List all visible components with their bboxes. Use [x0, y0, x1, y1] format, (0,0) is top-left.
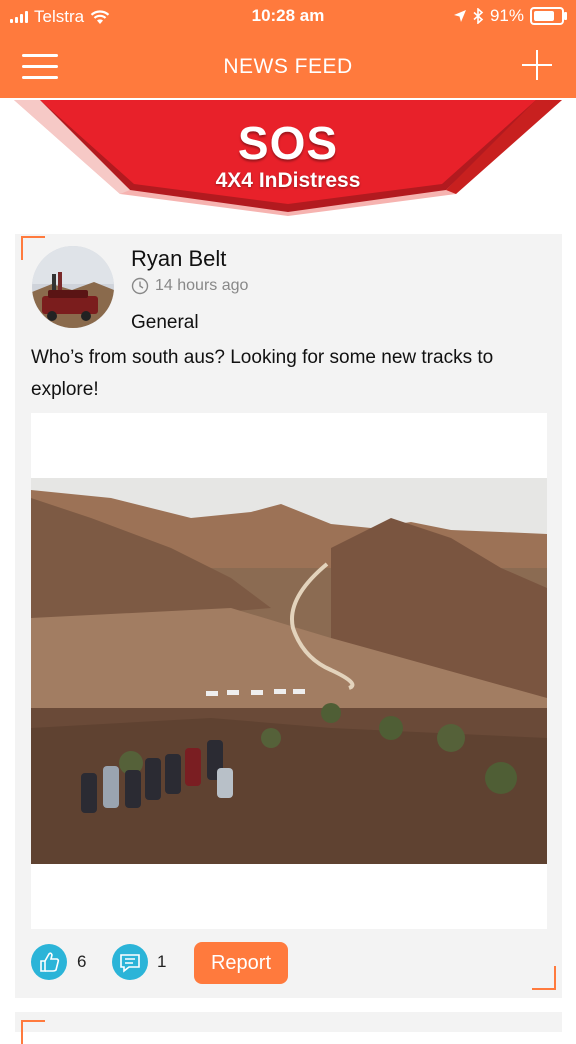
comment-count: 1 [157, 952, 167, 971]
post-category: General [131, 312, 199, 333]
thumbs-up-icon [40, 952, 60, 972]
avatar[interactable] [32, 246, 114, 328]
post-time-label: 14 hours ago [155, 277, 249, 294]
sos-banner: SOS 4X4 InDistress [0, 98, 576, 223]
status-bar: Telstra 10:28 am 91% [0, 0, 576, 34]
location-arrow-icon [453, 10, 466, 22]
banner-tagline: 4X4 InDistress [215, 169, 361, 192]
post-card: Ryan Belt 14 hours ago General Who’s fro… [15, 234, 562, 998]
next-post-card [15, 1012, 562, 1044]
nav-bar: NEWS FEED [0, 34, 576, 98]
battery-percent: 91% [489, 6, 524, 25]
page-title: NEWS FEED [223, 55, 353, 78]
like-count: 6 [77, 952, 87, 971]
battery-icon [530, 7, 567, 25]
bluetooth-icon [473, 8, 484, 24]
banner-title: SOS [237, 117, 339, 169]
comment-button[interactable] [112, 944, 148, 980]
card-corner-accent [21, 236, 45, 260]
post-image[interactable] [31, 478, 547, 864]
post-time: 14 hours ago [131, 277, 248, 295]
battery-fill [534, 11, 554, 21]
post-author[interactable]: Ryan Belt [131, 246, 226, 272]
post-actions: 6 1 Report [31, 942, 551, 984]
plus-icon[interactable] [522, 50, 552, 80]
post-body: Who’s from south aus? Looking for some n… [31, 347, 494, 400]
status-right: 91% [453, 6, 567, 26]
post-image-frame[interactable] [31, 413, 547, 929]
like-button[interactable] [31, 944, 67, 980]
comment-icon [120, 954, 140, 973]
clock-icon [131, 277, 149, 295]
report-button[interactable]: Report [194, 942, 288, 984]
